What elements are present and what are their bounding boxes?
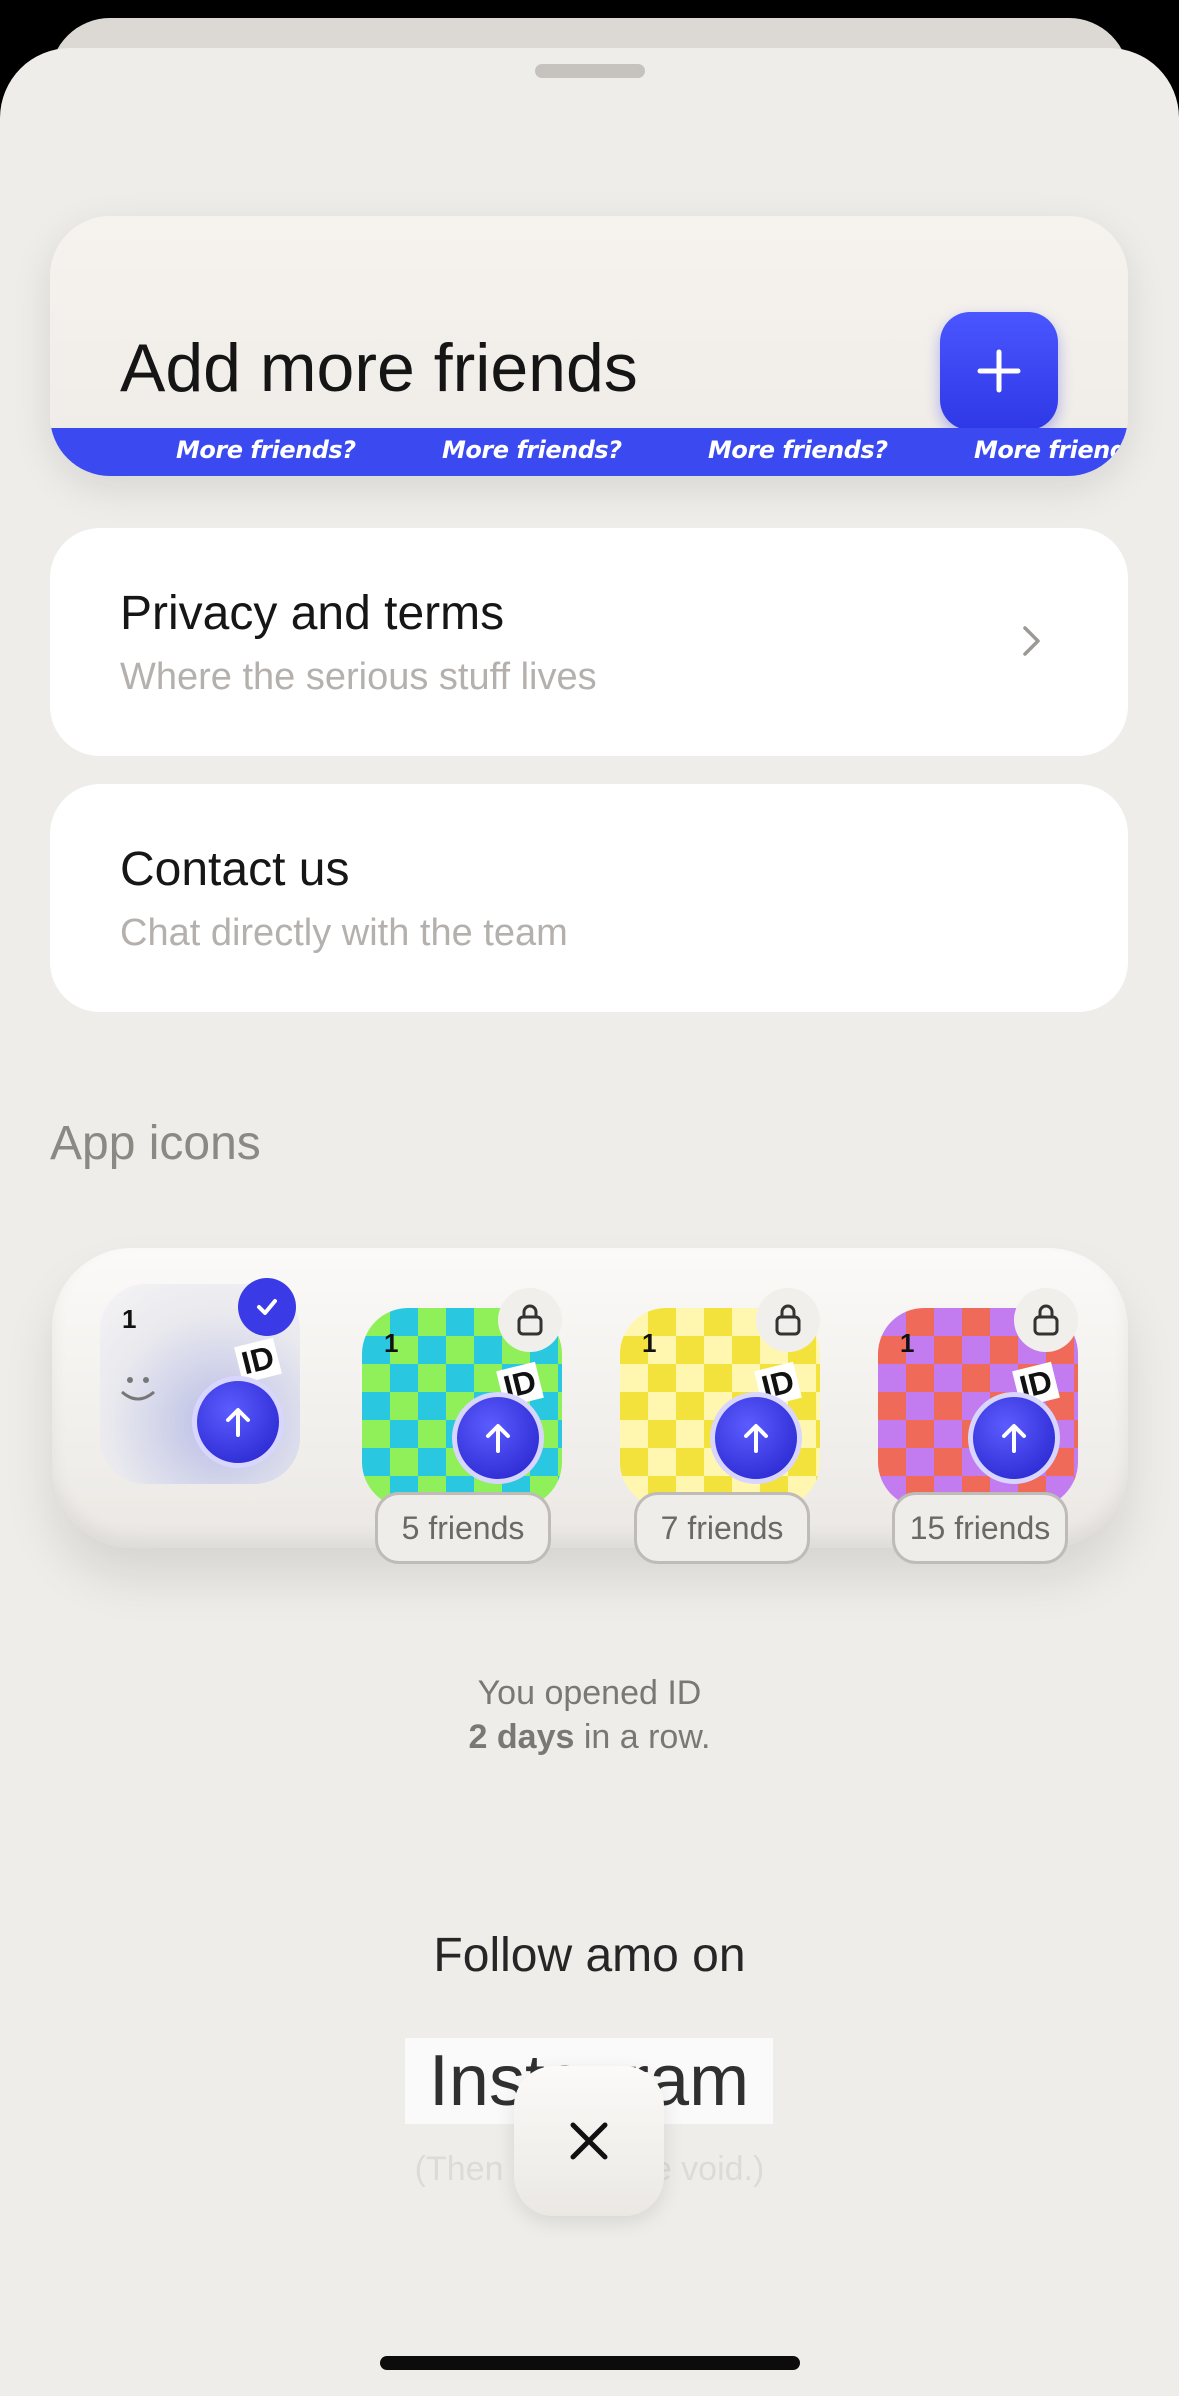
- upload-arrow-icon: [968, 1392, 1060, 1484]
- icon-number: 1: [384, 1328, 399, 1358]
- chevron-right-icon: [1023, 626, 1040, 656]
- streak-suffix: in a row.: [574, 1718, 711, 1756]
- privacy-terms-subtitle: Where the serious stuff lives: [120, 656, 597, 698]
- icon-number: 1: [642, 1328, 657, 1358]
- close-button[interactable]: [514, 2066, 664, 2216]
- app-icons-heading: App icons: [50, 1117, 261, 1170]
- add-friends-title: Add more friends: [120, 330, 638, 406]
- close-icon: [570, 2122, 608, 2160]
- icon-number: 1: [122, 1304, 137, 1334]
- privacy-terms-item[interactable]: Privacy and terms Where the serious stuf…: [50, 528, 1128, 756]
- add-friends-card[interactable]: Add more friends More friends? More frie…: [50, 216, 1128, 476]
- lock-icon: [1014, 1288, 1078, 1352]
- lock-icon: [756, 1288, 820, 1352]
- smiley-doodle-icon: [121, 1377, 155, 1401]
- ticker-text: More friends?: [974, 436, 1128, 464]
- unlock-requirement-badge: 7 friends: [634, 1492, 810, 1564]
- privacy-terms-title: Privacy and terms: [120, 587, 505, 640]
- upload-arrow-icon: [452, 1392, 544, 1484]
- streak-days: 2 days: [468, 1718, 575, 1756]
- contact-us-subtitle: Chat directly with the team: [120, 912, 568, 954]
- contact-us-title: Contact us: [120, 843, 350, 896]
- icon-number: 1: [900, 1328, 915, 1358]
- follow-heading: Follow amo on: [433, 1929, 746, 1982]
- unlock-requirement-badge: 5 friends: [375, 1492, 551, 1564]
- ticker-text: More friends?: [708, 436, 888, 464]
- selected-check-icon: [238, 1278, 296, 1336]
- friends-ticker: More friends? More friends? More friends…: [50, 428, 1128, 476]
- streak-line-2: 2 days in a row.: [0, 1718, 1179, 1757]
- upload-arrow-icon: [710, 1392, 802, 1484]
- ticker-text: More friends?: [442, 436, 622, 464]
- settings-sheet: Add more friends More friends? More frie…: [0, 48, 1179, 2396]
- streak-line-1: You opened ID: [477, 1674, 702, 1712]
- upload-arrow-icon: [192, 1376, 284, 1468]
- app-icons-tray: 1 ID 1 ID 5 friends 1 ID 7 friends 1 ID …: [52, 1248, 1128, 1564]
- sheet-grabber[interactable]: [535, 64, 645, 78]
- lock-icon: [498, 1288, 562, 1352]
- plus-icon: [977, 349, 1021, 393]
- unlock-requirement-badge: 15 friends: [892, 1492, 1068, 1564]
- contact-us-item[interactable]: Contact us Chat directly with the team: [50, 784, 1128, 1012]
- add-friend-button[interactable]: [940, 312, 1058, 430]
- home-indicator: [380, 2356, 800, 2370]
- ticker-text: More friends?: [176, 436, 356, 464]
